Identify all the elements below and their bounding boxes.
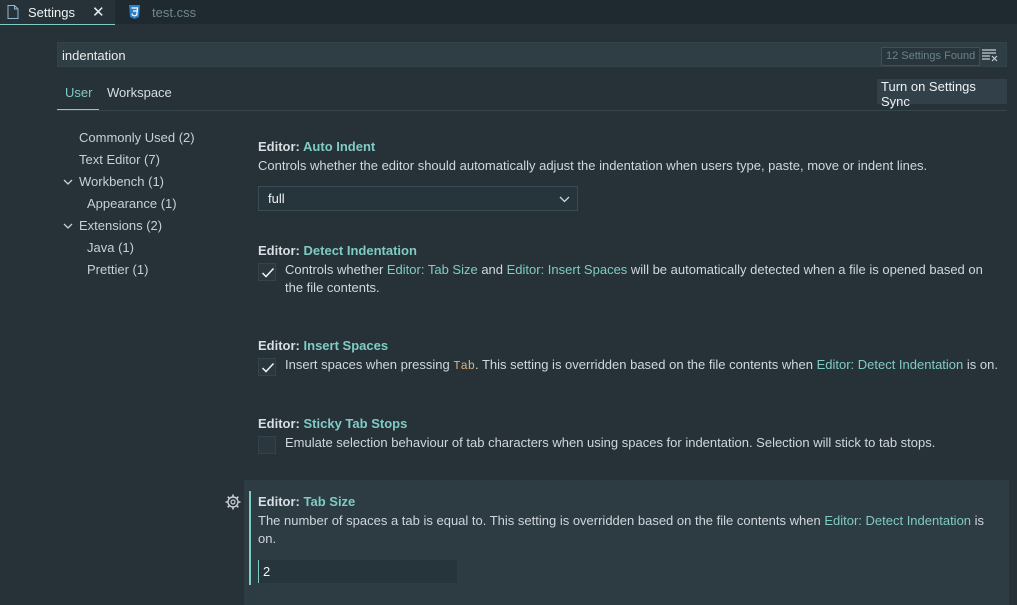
editor-tab-bar: Settings ✕ test.css xyxy=(0,0,1017,25)
toc-item-label: Java (1) xyxy=(87,240,134,255)
checkmark-icon xyxy=(261,362,275,373)
setting-link-insert-spaces[interactable]: Editor: Insert Spaces xyxy=(507,262,628,277)
desc-text: Insert spaces when pressing xyxy=(285,357,454,372)
setting-name: Auto Indent xyxy=(303,139,376,154)
setting-title: Editor: Sticky Tab Stops xyxy=(258,416,998,431)
toc-item-appearance[interactable]: Appearance (1) xyxy=(87,196,177,211)
insert-spaces-checkbox[interactable] xyxy=(258,358,276,376)
filter-icon[interactable] xyxy=(982,48,998,62)
setting-category: Editor: xyxy=(258,139,300,154)
setting-category: Editor: xyxy=(258,494,300,509)
code-tab: Tab xyxy=(453,359,475,373)
setting-description: Controls whether the editor should autom… xyxy=(258,158,928,173)
results-count-badge: 12 Settings Found xyxy=(881,47,981,66)
settings-search-box: 12 Settings Found xyxy=(57,42,1007,67)
setting-name: Detect Indentation xyxy=(303,243,417,258)
desc-text: and xyxy=(477,262,507,277)
header-divider xyxy=(57,110,1007,111)
toc-item-text-editor[interactable]: Text Editor (7) xyxy=(79,152,160,167)
setting-description: Insert spaces when pressing Tab. This se… xyxy=(258,356,998,375)
setting-link-detect-indentation[interactable]: Editor: Detect Indentation xyxy=(824,513,971,528)
toc-item-prettier[interactable]: Prettier (1) xyxy=(87,262,148,277)
focus-indicator xyxy=(249,491,251,585)
setting-sticky-tab-stops: Editor: Sticky Tab Stops Emulate selecti… xyxy=(258,416,998,452)
setting-description: The number of spaces a tab is equal to. … xyxy=(258,512,998,548)
setting-title: Editor: Auto Indent xyxy=(258,139,998,154)
toc-item-commonly-used[interactable]: Commonly Used (2) xyxy=(79,130,195,145)
css3-icon xyxy=(129,5,140,19)
auto-indent-select[interactable]: full xyxy=(258,186,578,211)
detect-indentation-checkbox[interactable] xyxy=(258,263,276,281)
setting-insert-spaces: Editor: Insert Spaces Insert spaces when… xyxy=(258,338,998,375)
close-icon[interactable]: ✕ xyxy=(92,3,105,21)
gear-icon[interactable] xyxy=(225,494,241,510)
setting-title: Editor: Detect Indentation xyxy=(258,243,998,258)
settings-search-input[interactable] xyxy=(62,46,662,64)
setting-category: Editor: xyxy=(258,416,300,431)
setting-title: Editor: Insert Spaces xyxy=(258,338,998,353)
setting-auto-indent: Editor: Auto Indent Controls whether the… xyxy=(258,139,998,175)
tab-test-css[interactable]: test.css xyxy=(124,0,214,24)
setting-name: Sticky Tab Stops xyxy=(303,416,408,431)
checkmark-icon xyxy=(261,267,275,278)
setting-name: Tab Size xyxy=(303,494,356,509)
tab-workspace[interactable]: Workspace xyxy=(107,85,172,100)
sticky-tab-stops-checkbox[interactable] xyxy=(258,436,276,454)
toc-item-label: Workbench (1) xyxy=(79,174,165,189)
desc-text: Controls whether xyxy=(285,262,387,277)
setting-tab-size: Editor: Tab Size The number of spaces a … xyxy=(258,494,998,548)
toc-item-label: Appearance (1) xyxy=(87,196,177,211)
select-value: full xyxy=(268,191,285,206)
chevron-down-icon xyxy=(559,196,570,203)
setting-link-detect-indentation[interactable]: Editor: Detect Indentation xyxy=(817,357,964,372)
setting-title: Editor: Tab Size xyxy=(258,494,998,509)
setting-category: Editor: xyxy=(258,243,300,258)
desc-text: . This setting is overridden based on th… xyxy=(474,357,817,372)
setting-detect-indentation: Editor: Detect Indentation Controls whet… xyxy=(258,243,998,297)
tab-test-css-label: test.css xyxy=(152,4,197,20)
turn-on-settings-sync-button[interactable]: Turn on Settings Sync xyxy=(877,79,1007,109)
tab-settings-label: Settings xyxy=(28,4,75,20)
chevron-down-icon xyxy=(63,223,73,229)
toc-item-extensions[interactable]: Extensions (2) xyxy=(63,218,162,233)
setting-description: Controls whether Editor: Tab Size and Ed… xyxy=(258,261,998,297)
tab-settings[interactable]: Settings ✕ xyxy=(0,0,115,25)
tab-user[interactable]: User xyxy=(65,85,92,100)
toc-item-label: Extensions (2) xyxy=(79,218,163,233)
tab-size-input[interactable] xyxy=(258,560,457,583)
toc-item-label: Prettier (1) xyxy=(87,262,149,277)
toc-item-java[interactable]: Java (1) xyxy=(87,240,134,255)
toc-item-label: Commonly Used (2) xyxy=(79,130,195,145)
toc-item-workbench[interactable]: Workbench (1) xyxy=(63,174,164,189)
file-icon xyxy=(7,5,19,19)
toc-item-label: Text Editor (7) xyxy=(79,152,160,167)
setting-description: Emulate selection behaviour of tab chara… xyxy=(285,435,936,450)
setting-name: Insert Spaces xyxy=(303,338,389,353)
chevron-down-icon xyxy=(63,179,73,185)
desc-text: The number of spaces a tab is equal to. … xyxy=(258,513,825,528)
setting-category: Editor: xyxy=(258,338,300,353)
setting-link-tab-size[interactable]: Editor: Tab Size xyxy=(387,262,478,277)
desc-text: is on. xyxy=(963,357,998,372)
